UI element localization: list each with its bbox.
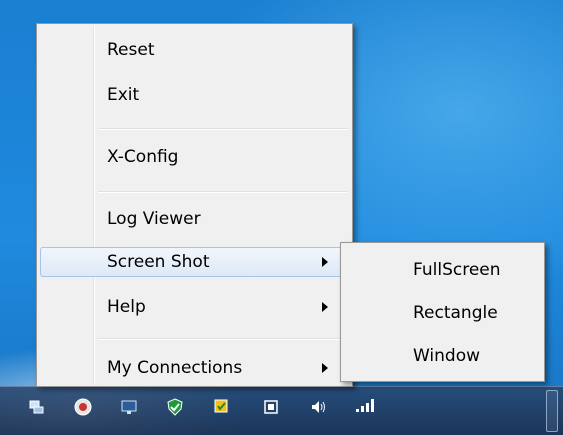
signal-strength-icon[interactable] — [356, 398, 378, 412]
menu-item-log-viewer[interactable]: Log Viewer — [40, 204, 349, 234]
menu-item-help[interactable]: Help — [40, 292, 349, 322]
screen-shot-submenu: FullScreen Rectangle Window — [340, 242, 545, 382]
submenu-item-rectangle[interactable]: Rectangle — [344, 298, 541, 328]
display-icon[interactable] — [262, 398, 280, 416]
submenu-arrow-icon — [322, 302, 328, 312]
menu-separator — [98, 338, 348, 340]
menu-item-label: My Connections — [107, 358, 243, 378]
submenu-item-label: Rectangle — [413, 303, 498, 323]
menu-separator — [98, 128, 348, 130]
submenu-item-fullscreen[interactable]: FullScreen — [344, 255, 541, 285]
submenu-arrow-icon — [322, 363, 328, 373]
context-menu: Reset Exit X-Config Log Viewer Screen Sh… — [36, 23, 353, 387]
submenu-arrow-icon — [322, 257, 328, 267]
menu-item-label: Screen Shot — [107, 252, 210, 272]
volume-icon[interactable] — [310, 398, 328, 416]
monitor-icon[interactable] — [120, 398, 138, 416]
show-desktop-button[interactable] — [546, 390, 558, 432]
menu-item-my-connections[interactable]: My Connections — [40, 353, 349, 383]
network-icon[interactable] — [28, 398, 46, 416]
antivirus-icon[interactable] — [74, 398, 92, 416]
submenu-item-label: FullScreen — [413, 260, 501, 280]
menu-item-reset[interactable]: Reset — [40, 35, 349, 65]
action-center-icon[interactable] — [212, 398, 230, 416]
menu-item-x-config[interactable]: X-Config — [40, 142, 349, 172]
menu-item-label: Help — [107, 297, 146, 317]
menu-item-screen-shot[interactable]: Screen Shot — [40, 247, 349, 277]
menu-item-label: Log Viewer — [107, 209, 201, 229]
shield-check-icon[interactable] — [166, 398, 184, 416]
submenu-item-window[interactable]: Window — [344, 341, 541, 371]
menu-item-label: Exit — [107, 85, 140, 105]
menu-item-exit[interactable]: Exit — [40, 80, 349, 110]
menu-separator — [98, 191, 348, 193]
menu-item-label: Reset — [107, 40, 155, 60]
menu-item-label: X-Config — [107, 147, 179, 167]
submenu-item-label: Window — [413, 346, 481, 366]
